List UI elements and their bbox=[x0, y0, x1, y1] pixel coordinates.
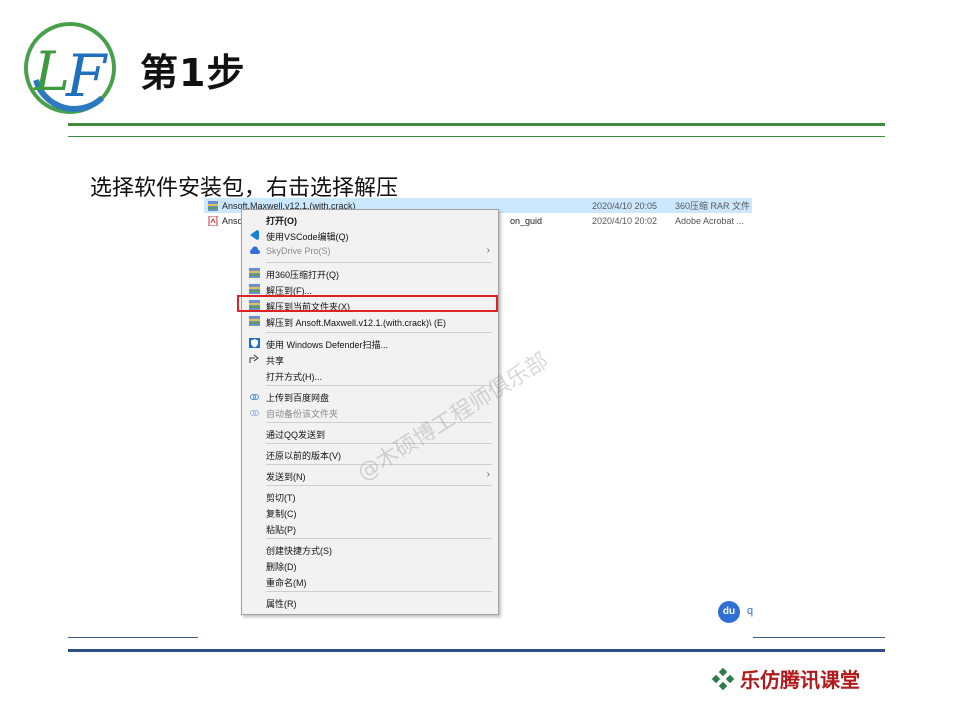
menu-item-label: 解压到 Ansoft.Maxwell.v12.1.(with.crack)\ (… bbox=[266, 318, 447, 328]
header-rule bbox=[68, 123, 885, 126]
menu-item-label: 通过QQ发送到 bbox=[266, 430, 326, 440]
archive-icon bbox=[249, 284, 260, 294]
cloud-icon bbox=[250, 246, 260, 254]
menu-item-rename[interactable]: 重命名(M) bbox=[242, 573, 498, 589]
menu-separator bbox=[266, 262, 492, 263]
menu-item-create-shortcut[interactable]: 创建快捷方式(S) bbox=[242, 541, 498, 557]
archive-icon bbox=[249, 268, 260, 278]
lf-logo: L F bbox=[24, 22, 116, 114]
footer-brand-text: 乐仿腾讯课堂 bbox=[740, 668, 860, 692]
menu-separator bbox=[266, 538, 492, 539]
menu-item-label: 重命名(M) bbox=[266, 578, 307, 588]
baidu-cloud-icon bbox=[250, 394, 259, 400]
menu-item-vscode[interactable]: 使用VSCode编辑(Q) bbox=[242, 227, 498, 243]
menu-item-label: 属性(R) bbox=[266, 599, 297, 609]
pdf-icon bbox=[208, 215, 218, 226]
diamond-dots-icon bbox=[712, 667, 734, 690]
file-name-tail: on_guid bbox=[510, 215, 543, 226]
file-date: 2020/4/10 20:02 bbox=[592, 215, 658, 226]
file-type: Adobe Acrobat ... bbox=[675, 215, 745, 226]
menu-separator bbox=[266, 485, 492, 486]
menu-item-label: 发送到(N) bbox=[266, 472, 306, 482]
footer-brand: 乐仿腾讯课堂 bbox=[712, 664, 860, 693]
file-type: 360压缩 RAR 文件 bbox=[675, 201, 751, 211]
menu-separator bbox=[266, 385, 492, 386]
header-rule-thin bbox=[68, 136, 885, 137]
menu-item-label: 自动备份该文件夹 bbox=[266, 409, 339, 419]
menu-item-open-with[interactable]: 打开方式(H)... bbox=[242, 367, 498, 383]
menu-item-cut[interactable]: 剪切(T) bbox=[242, 488, 498, 504]
menu-separator bbox=[266, 332, 492, 333]
rar-archive-icon bbox=[208, 200, 218, 211]
menu-item-label: SkyDrive Pro(S) bbox=[266, 246, 331, 256]
menu-item-label: 使用 Windows Defender扫描... bbox=[266, 340, 389, 350]
menu-item-label: 剪切(T) bbox=[266, 493, 296, 503]
menu-item-label: 打开方式(H)... bbox=[266, 372, 322, 382]
shield-icon bbox=[249, 338, 260, 348]
share-icon bbox=[249, 354, 259, 363]
footer-rule-right bbox=[753, 637, 885, 638]
menu-item-delete[interactable]: 删除(D) bbox=[242, 557, 498, 573]
baidu-du-badge: du bbox=[718, 601, 740, 623]
highlight-box bbox=[237, 295, 498, 312]
menu-item-paste[interactable]: 粘贴(P) bbox=[242, 520, 498, 536]
page-title: 第1步 bbox=[140, 51, 246, 95]
menu-separator bbox=[266, 591, 492, 592]
menu-item-label: 复制(C) bbox=[266, 509, 297, 519]
vscode-icon bbox=[250, 230, 259, 240]
menu-item-open[interactable]: 打开(O) bbox=[242, 211, 498, 227]
menu-item-label: 创建快捷方式(S) bbox=[266, 546, 332, 556]
menu-item-skydrive[interactable]: SkyDrive Pro(S) › bbox=[242, 243, 498, 259]
submenu-arrow-icon: › bbox=[486, 245, 490, 256]
menu-item-extract-folder[interactable]: 解压到 Ansoft.Maxwell.v12.1.(with.crack)\ (… bbox=[242, 313, 498, 329]
menu-item-defender[interactable]: 使用 Windows Defender扫描... bbox=[242, 335, 498, 351]
menu-item-label: 上传到百度网盘 bbox=[266, 393, 330, 403]
file-date: 2020/4/10 20:05 bbox=[592, 200, 658, 211]
footer-rule bbox=[68, 649, 885, 652]
baidu-du-suffix: q bbox=[747, 605, 754, 617]
menu-item-share[interactable]: 共享 bbox=[242, 351, 498, 367]
submenu-arrow-icon: › bbox=[486, 469, 490, 480]
footer-rule-left bbox=[68, 637, 198, 638]
menu-item-label: 还原以前的版本(V) bbox=[266, 451, 341, 461]
archive-icon bbox=[249, 316, 260, 326]
menu-item-label: 用360压缩打开(Q) bbox=[266, 270, 340, 280]
menu-item-label: 粘贴(P) bbox=[266, 525, 296, 535]
baidu-cloud-icon bbox=[250, 410, 259, 416]
menu-item-copy[interactable]: 复制(C) bbox=[242, 504, 498, 520]
menu-item-label: 使用VSCode编辑(Q) bbox=[266, 232, 349, 242]
svg-text:L: L bbox=[33, 40, 70, 103]
svg-text:F: F bbox=[65, 42, 108, 110]
menu-item-label: 删除(D) bbox=[266, 562, 297, 572]
menu-item-label: 打开(O) bbox=[266, 216, 297, 226]
menu-item-open-360[interactable]: 用360压缩打开(Q) bbox=[242, 265, 498, 281]
menu-item-properties[interactable]: 属性(R) bbox=[242, 594, 498, 610]
menu-item-label: 共享 bbox=[266, 356, 285, 366]
